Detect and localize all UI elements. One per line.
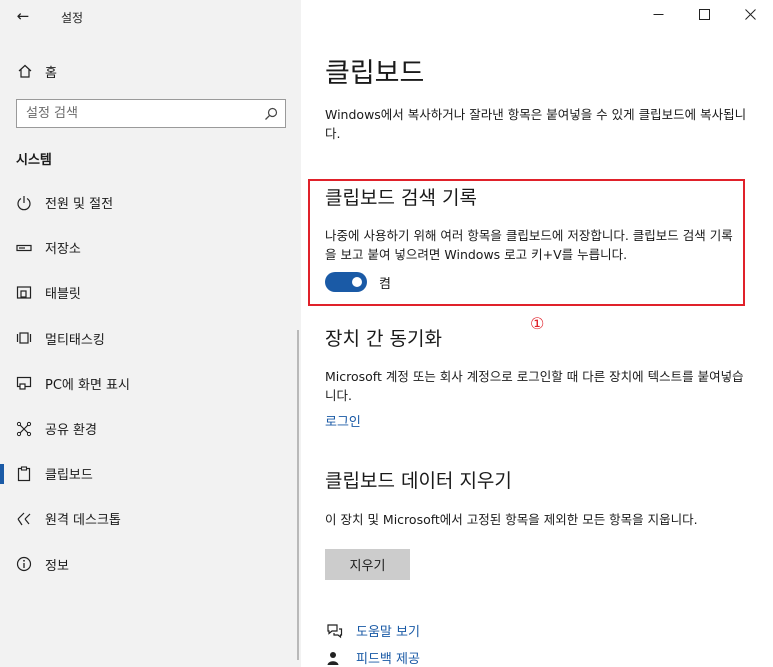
sidebar-item-project[interactable]: PC에 화면 표시 bbox=[0, 361, 301, 406]
sidebar-item-label: 저장소 bbox=[45, 242, 81, 258]
sidebar-item-label: PC에 화면 표시 bbox=[45, 377, 130, 393]
tablet-icon bbox=[16, 285, 32, 301]
sidebar-item-label: 멀티태스킹 bbox=[45, 332, 105, 348]
window-controls bbox=[635, 0, 773, 32]
clear-heading: 클립보드 데이터 지우기 bbox=[325, 470, 512, 492]
annotation-marker: ① bbox=[530, 314, 545, 333]
sidebar-scrollbar[interactable] bbox=[297, 330, 299, 660]
shared-experience-icon bbox=[16, 421, 32, 437]
sidebar-item-label: 정보 bbox=[45, 558, 69, 574]
sidebar-item-label: 클립보드 bbox=[45, 468, 93, 484]
back-button[interactable]: ← bbox=[8, 2, 38, 30]
sidebar-item-home[interactable]: 홈 bbox=[0, 58, 301, 84]
app-title: 설정 bbox=[61, 11, 84, 25]
clear-button[interactable]: 지우기 bbox=[325, 549, 410, 580]
search-input[interactable] bbox=[17, 100, 257, 127]
sidebar-item-multitasking[interactable]: 멀티태스킹 bbox=[0, 316, 301, 361]
feedback-icon bbox=[325, 649, 343, 667]
home-label: 홈 bbox=[45, 65, 57, 81]
sidebar-item-clipboard[interactable]: 클립보드 bbox=[0, 451, 301, 496]
power-icon bbox=[16, 195, 32, 211]
help-link-item[interactable]: 도움말 보기 bbox=[325, 621, 420, 640]
maximize-button[interactable] bbox=[681, 0, 727, 32]
sync-heading: 장치 간 동기화 bbox=[325, 328, 442, 350]
sync-description: Microsoft 계정 또는 회사 계정으로 로그인할 때 다른 장치에 텍스… bbox=[325, 369, 744, 403]
clear-description: 이 장치 및 Microsoft에서 고정된 항목을 제외한 모든 항목을 지웁… bbox=[325, 512, 698, 527]
minimize-button[interactable] bbox=[635, 0, 681, 32]
clipboard-history-toggle[interactable] bbox=[325, 272, 367, 292]
page-title: 클립보드 bbox=[325, 58, 425, 89]
clipboard-icon bbox=[16, 466, 32, 482]
section-title: 시스템 bbox=[16, 153, 52, 168]
intro-text: Windows에서 복사하거나 잘라낸 항목은 붙여넣을 수 있게 클립보드에 … bbox=[325, 107, 747, 141]
storage-icon bbox=[16, 240, 32, 256]
sidebar-item-label: 태블릿 bbox=[45, 287, 81, 303]
help-link[interactable]: 도움말 보기 bbox=[356, 621, 420, 640]
sidebar-item-storage[interactable]: 저장소 bbox=[0, 225, 301, 270]
multitasking-icon bbox=[16, 330, 32, 346]
sidebar-item-label: 공유 환경 bbox=[45, 423, 97, 439]
minimize-icon bbox=[653, 8, 664, 24]
back-arrow-icon: ← bbox=[16, 7, 30, 25]
sidebar-item-tablet[interactable]: 태블릿 bbox=[0, 270, 301, 315]
sidebar: ← 설정 홈 시스템 전원 및 절전 저장소 bbox=[0, 0, 301, 667]
maximize-icon bbox=[698, 8, 710, 24]
sidebar-item-label: 원격 데스크톱 bbox=[45, 513, 121, 529]
toggle-knob bbox=[352, 277, 362, 287]
sidebar-item-shared-experience[interactable]: 공유 환경 bbox=[0, 406, 301, 451]
sidebar-item-info[interactable]: 정보 bbox=[0, 542, 301, 587]
remote-desktop-icon bbox=[16, 511, 32, 527]
home-icon bbox=[17, 63, 33, 79]
sidebar-nav: 전원 및 절전 저장소 태블릿 멀티태스킹 PC에 화면 표시 공유 환경 클립… bbox=[0, 180, 301, 587]
project-icon bbox=[16, 375, 32, 391]
feedback-link-item[interactable]: 피드백 제공 bbox=[325, 648, 420, 667]
help-icon bbox=[325, 622, 343, 640]
sidebar-item-label: 전원 및 절전 bbox=[45, 197, 114, 213]
search-box bbox=[16, 99, 286, 128]
history-heading: 클립보드 검색 기록 bbox=[325, 187, 477, 209]
search-icon[interactable] bbox=[257, 100, 285, 127]
close-button[interactable] bbox=[727, 0, 773, 32]
sidebar-item-remote-desktop[interactable]: 원격 데스크톱 bbox=[0, 496, 301, 541]
main-content: 클립보드 Windows에서 복사하거나 잘라낸 항목은 붙여넣을 수 있게 클… bbox=[301, 0, 773, 667]
toggle-state-label: 켬 bbox=[379, 277, 391, 292]
sign-in-link[interactable]: 로그인 bbox=[325, 411, 361, 430]
history-description: 나중에 사용하기 위해 여러 항목을 클립보드에 저장합니다. 클립보드 검색 … bbox=[325, 228, 733, 262]
feedback-link[interactable]: 피드백 제공 bbox=[356, 648, 420, 667]
info-icon bbox=[16, 556, 32, 572]
close-icon bbox=[744, 8, 756, 24]
sidebar-item-power[interactable]: 전원 및 절전 bbox=[0, 180, 301, 225]
